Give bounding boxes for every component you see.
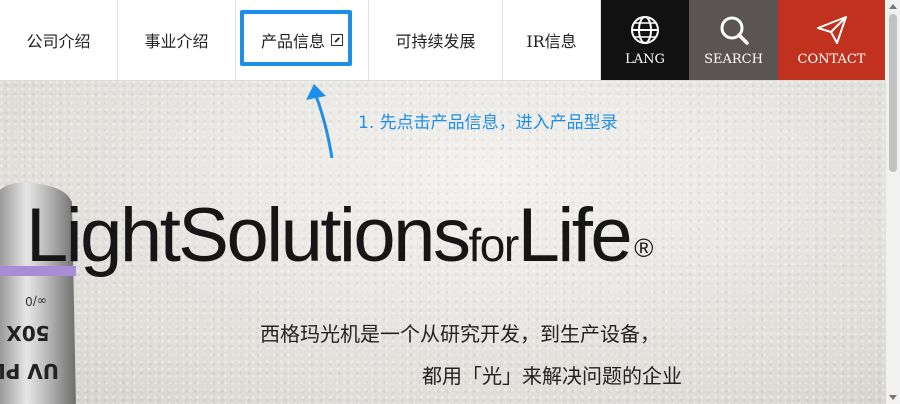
hero-subtitle-line1: 西格玛光机是一个从研究开发，到生产设备， [260, 322, 660, 346]
nav-item-label: IR信息 [526, 32, 577, 51]
nav-item-business[interactable]: 事业介绍 [118, 0, 236, 80]
contact-button[interactable]: CONTACT [778, 0, 885, 80]
lang-button[interactable]: LANG [601, 0, 689, 80]
scroll-up-icon[interactable] [889, 4, 897, 9]
annotation-arrow [306, 84, 334, 159]
nav-item-label: 可持续发展 [395, 32, 476, 51]
nav-item-ir[interactable]: IR信息 [503, 0, 601, 80]
search-button[interactable]: SEARCH [689, 0, 778, 80]
nav-item-sustainability[interactable]: 可持续发展 [369, 0, 503, 80]
search-icon [720, 16, 749, 45]
headline-main: LightSolutions [26, 193, 471, 278]
annotation-text: 1. 先点击产品信息，进入产品型录 [358, 113, 618, 133]
scroll-thumb[interactable] [889, 14, 897, 172]
search-label: SEARCH [704, 51, 763, 67]
headline-small: for [468, 219, 519, 271]
hero-headline: LightSolutionsforLife ® [26, 198, 653, 274]
top-navigation: 公司介绍 事业介绍 产品信息 可持续发展 IR信息 LANG SEARCH CO… [0, 0, 886, 81]
contact-label: CONTACT [797, 51, 866, 67]
nav-item-company[interactable]: 公司介绍 [0, 0, 118, 80]
headline-end: Life [517, 193, 633, 278]
lens-text-bottom: UV PL [0, 359, 59, 383]
lens-text-top: ∞/0 [25, 294, 47, 308]
globe-icon [631, 15, 659, 44]
nav-item-products[interactable]: 产品信息 [236, 0, 369, 80]
lang-label: LANG [625, 51, 665, 67]
vertical-scrollbar[interactable] [886, 0, 900, 404]
hero-subtitle-line2: 都用「光」来解决问题的企业 [422, 364, 682, 388]
lens-text-mid: 50X [6, 321, 50, 345]
external-link-icon [331, 34, 343, 46]
nav-item-label: 事业介绍 [144, 32, 209, 51]
page: ∞/0 50X UV PL 公司介绍 事业介绍 产品信息 可持续发展 IR信息 [0, 0, 900, 404]
registered-mark: ® [634, 233, 653, 263]
nav-item-label: 公司介绍 [26, 32, 91, 51]
paper-plane-icon [816, 15, 847, 44]
scroll-down-icon[interactable] [889, 395, 897, 400]
